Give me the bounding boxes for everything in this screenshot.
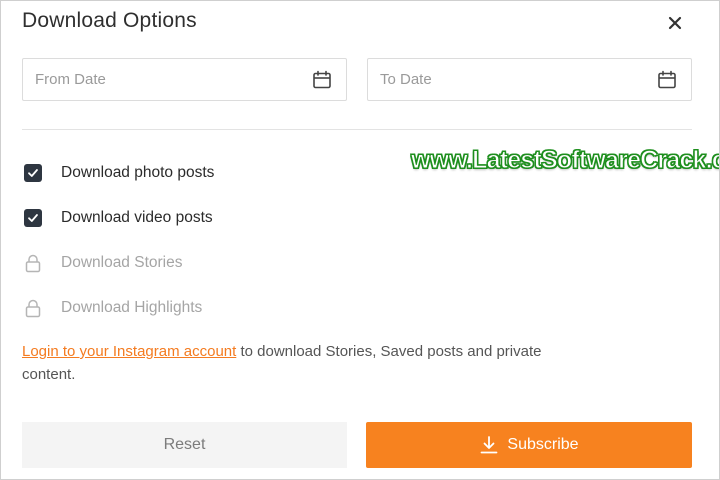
option-label[interactable]: Download video posts [61,208,213,228]
reset-button[interactable]: Reset [22,422,347,468]
login-notice: Login to your Instagram account to downl… [22,340,582,386]
to-date-field[interactable] [367,58,692,101]
download-icon [481,436,498,454]
subscribe-button[interactable]: Subscribe [366,422,692,468]
reset-label: Reset [163,436,206,453]
from-date-field[interactable] [22,58,347,101]
subscribe-label: Subscribe [507,436,579,453]
check-icon [28,169,38,177]
download-options-dialog: Download Options Download ph [0,0,720,480]
from-date-input[interactable] [35,59,295,100]
close-icon [668,16,682,30]
lock-icon [24,298,42,318]
option-highlights: Download Highlights [24,298,202,318]
watermark: www.LatestSoftwareCrack.com [411,146,719,175]
calendar-icon[interactable] [312,70,332,90]
login-link[interactable]: Login to your Instagram account [22,343,236,360]
check-icon [28,214,38,222]
dialog-title: Download Options [22,9,197,32]
close-button[interactable] [663,11,687,35]
option-photo-posts[interactable]: Download photo posts [24,163,214,183]
calendar-icon[interactable] [657,70,677,90]
photo-posts-checkbox[interactable] [24,164,42,182]
option-label[interactable]: Download photo posts [61,163,214,183]
option-video-posts[interactable]: Download video posts [24,208,213,228]
option-stories: Download Stories [24,253,182,273]
option-label: Download Stories [61,254,183,271]
video-posts-checkbox[interactable] [24,209,42,227]
section-divider [22,129,692,130]
to-date-input[interactable] [380,59,640,100]
lock-icon [24,253,42,273]
option-label: Download Highlights [61,299,203,316]
